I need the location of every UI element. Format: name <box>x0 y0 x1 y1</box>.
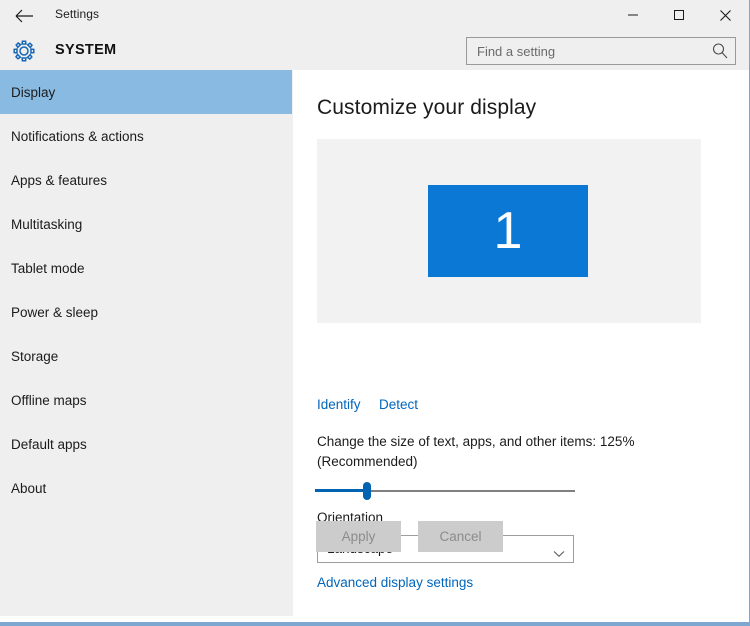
sidebar-item-default-apps[interactable]: Default apps <box>0 422 292 466</box>
sidebar-item-notifications-actions[interactable]: Notifications & actions <box>0 114 292 158</box>
sidebar-item-label: Multitasking <box>11 216 83 232</box>
sidebar-item-label: Apps & features <box>11 172 108 188</box>
sidebar-item-apps-features[interactable]: Apps & features <box>0 158 292 202</box>
sidebar-item-display[interactable]: Display <box>0 70 292 114</box>
sidebar-item-power-sleep[interactable]: Power & sleep <box>0 290 292 334</box>
cancel-button[interactable]: Cancel <box>418 521 503 552</box>
slider-track-remaining <box>367 490 575 492</box>
sidebar-item-label: Tablet mode <box>11 260 85 276</box>
identify-link[interactable]: Identify <box>317 397 361 412</box>
sidebar-item-about[interactable]: About <box>0 466 292 510</box>
window-bottom-edge <box>0 622 749 624</box>
monitor-number-label: 1 <box>493 202 523 260</box>
scale-description: Change the size of text, apps, and other… <box>317 434 635 469</box>
sidebar-item-label: Offline maps <box>11 392 87 408</box>
search-box[interactable] <box>466 37 736 65</box>
sidebar-item-offline-maps[interactable]: Offline maps <box>0 378 292 422</box>
settings-window: Settings SYSTEM Find a setting Display N… <box>0 0 750 626</box>
sidebar-item-tablet-mode[interactable]: Tablet mode <box>0 246 292 290</box>
app-title: Settings <box>55 7 100 21</box>
sidebar-item-label: Default apps <box>11 436 87 452</box>
slider-track-filled <box>315 489 367 492</box>
sidebar-item-storage[interactable]: Storage <box>0 334 292 378</box>
title-bar: Settings <box>0 0 749 32</box>
monitor-thumbnail-1[interactable]: 1 <box>428 185 588 277</box>
page-title: Customize your display <box>317 96 537 119</box>
sidebar-item-multitasking[interactable]: Multitasking <box>0 202 292 246</box>
advanced-display-settings-link[interactable]: Advanced display settings <box>317 575 473 590</box>
chevron-down-icon <box>553 545 565 558</box>
sidebar-item-label: Power & sleep <box>11 304 99 320</box>
search-icon[interactable] <box>711 42 729 60</box>
display-preview-panel: 1 <box>317 139 701 323</box>
scale-slider[interactable] <box>315 478 575 504</box>
slider-thumb[interactable] <box>363 482 371 500</box>
gear-icon <box>10 37 38 65</box>
close-icon <box>719 9 731 21</box>
sidebar-item-label: About <box>11 480 47 496</box>
close-button[interactable] <box>702 0 748 30</box>
search-input[interactable] <box>467 38 707 64</box>
back-arrow-icon <box>15 9 33 23</box>
minimize-button[interactable] <box>610 0 656 30</box>
maximize-button[interactable] <box>656 0 702 30</box>
apply-button[interactable]: Apply <box>316 521 401 552</box>
back-button[interactable] <box>6 3 44 29</box>
page-category-title: SYSTEM <box>55 42 117 58</box>
detect-link[interactable]: Detect <box>379 397 418 412</box>
sidebar-item-label: Notifications & actions <box>11 128 144 144</box>
maximize-icon <box>674 10 684 20</box>
sidebar-item-label: Display <box>11 84 56 100</box>
sidebar-nav: Display Notifications & actions Apps & fea… <box>0 70 293 616</box>
sidebar-item-label: Storage <box>11 348 59 364</box>
minimize-icon <box>628 14 638 16</box>
